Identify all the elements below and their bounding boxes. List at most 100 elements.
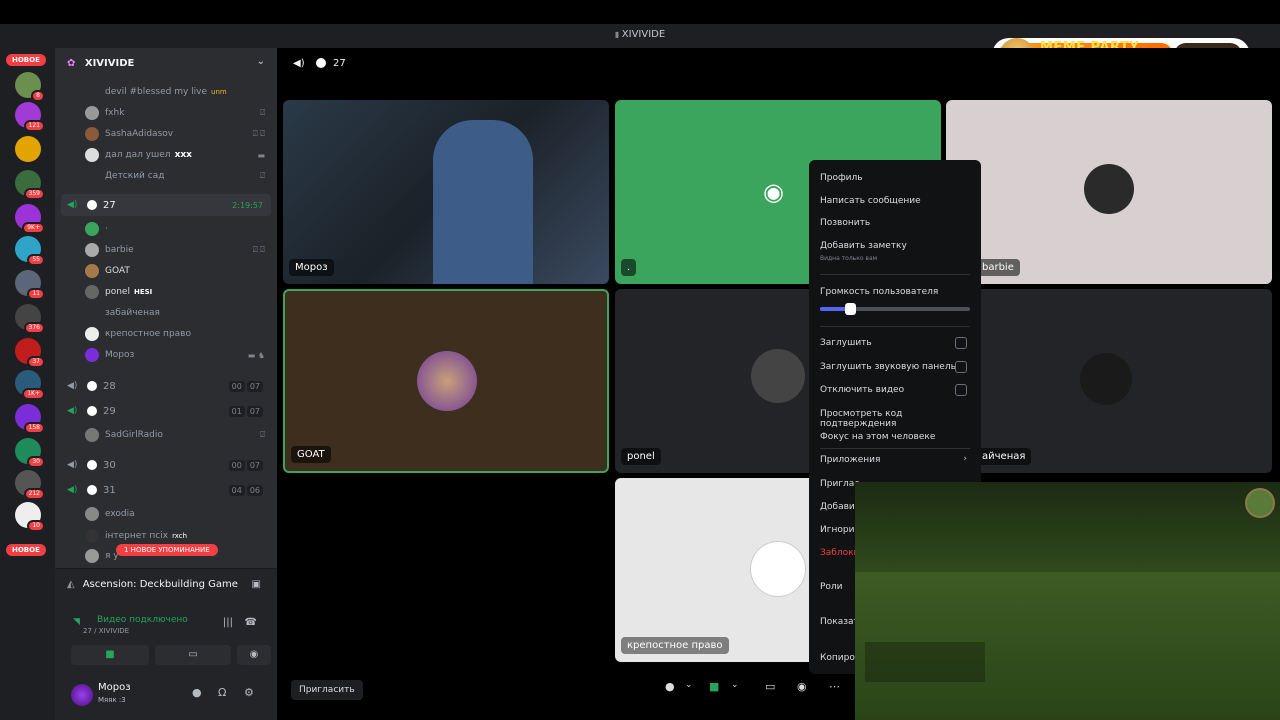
user-name[interactable]: Мороз (98, 682, 131, 693)
new-badge[interactable]: НОВОЕ (6, 544, 46, 556)
menu-item-disable-video[interactable]: Отключить видео (820, 385, 904, 395)
server-icon[interactable]: 37 (15, 338, 45, 368)
more-icon[interactable]: ⋯ (829, 680, 840, 693)
voice-channel-27[interactable]: ◀) 27 2:19:57 (61, 194, 271, 216)
voice-channel-28[interactable]: ◀) 28 00 07 (61, 375, 271, 397)
speaker-icon: ◀) (293, 58, 305, 69)
volume-slider[interactable] (820, 303, 970, 315)
voice-member[interactable]: fxhk ⍁ (55, 103, 277, 123)
menu-item-add[interactable]: Добавит (820, 502, 860, 512)
chevron-down-icon[interactable]: ⌄ (685, 680, 693, 690)
menu-item-profile[interactable]: Профиль (820, 173, 863, 183)
voice-member[interactable]: barbie ⍁ ⍁ (55, 240, 277, 260)
menu-item-mute-soundboard[interactable]: Заглушить звуковую панель (820, 362, 956, 372)
avatar (751, 349, 805, 403)
voice-channel-29[interactable]: ◀) 29 01 07 (61, 400, 271, 422)
guild-header[interactable]: ✿ XIVIVIDE ⌄ (55, 48, 277, 78)
menu-item-focus[interactable]: Фокус на этом человеке (820, 432, 935, 442)
voice-member[interactable]: Детский сад ⍁ (55, 166, 277, 186)
soundwave-icon[interactable]: ||| (223, 617, 233, 628)
video-tile[interactable]: айченая (946, 289, 1272, 473)
voice-member[interactable]: SashaAdidasov ⍁ ⍁ (55, 124, 277, 144)
activity-icon[interactable]: ◉ (797, 680, 807, 693)
voice-member[interactable]: Мороз ▬ ♞ (55, 345, 277, 365)
voice-status[interactable]: Видео подключено (97, 615, 188, 625)
chevron-right-icon: › (963, 454, 967, 464)
screen-share-button[interactable]: ▭ (155, 645, 231, 665)
avatar (85, 148, 99, 162)
server-icon[interactable]: 359 (15, 170, 45, 200)
tile-label: айченая (976, 448, 1032, 465)
mic-icon[interactable]: ● (665, 680, 675, 693)
voice-member[interactable]: exodia (55, 504, 277, 524)
server-icon[interactable]: 158 (15, 404, 45, 434)
volume-knob[interactable] (845, 303, 856, 315)
server-icon[interactable]: 8 (15, 72, 45, 102)
server-icon[interactable]: 10 (15, 502, 45, 532)
server-icon[interactable]: 1K+ (15, 370, 45, 400)
disconnect-icon[interactable]: ☎ (245, 617, 257, 628)
menu-item-block[interactable]: Заблоки (820, 548, 859, 558)
menu-item-roles[interactable]: Роли (820, 582, 843, 592)
invite-button[interactable]: Пригласить (291, 680, 363, 700)
voice-sub: 27 / XIVIVIDE (83, 627, 130, 635)
video-tile[interactable]: GOAT (283, 289, 609, 473)
menu-item-mute[interactable]: Заглушить (820, 338, 872, 348)
new-badge[interactable]: НОВОЕ (6, 54, 46, 66)
avatar (1080, 353, 1132, 405)
tile-label: Мороз (289, 259, 334, 276)
chevron-down-icon[interactable]: ⌄ (257, 56, 265, 67)
server-icon[interactable]: 376 (15, 304, 45, 334)
speaker-icon: ◀) (67, 460, 78, 470)
server-icon[interactable]: 121 (15, 102, 45, 132)
activity-game[interactable]: Ascension: Deckbuilding Game (67, 579, 238, 590)
menu-item-show[interactable]: Показат (820, 617, 859, 627)
menu-item-call[interactable]: Позвонить (820, 218, 870, 228)
activity-icon[interactable]: ▣ (252, 579, 261, 590)
mute-soundboard-checkbox[interactable] (955, 361, 967, 373)
headphones-icon[interactable]: Ω (218, 686, 226, 699)
voice-member[interactable]: крепостное право (55, 324, 277, 344)
disable-video-checkbox[interactable] (955, 384, 967, 396)
menu-item-verify-code[interactable]: Просмотреть код подтверждения (820, 409, 981, 429)
server-icon[interactable] (15, 136, 41, 162)
voice-member[interactable]: GOAT (55, 261, 277, 281)
video-button[interactable]: ■ (71, 645, 149, 665)
server-icon[interactable]: 9K+ (15, 204, 45, 234)
menu-item-invite[interactable]: Приглас (820, 479, 859, 489)
chevron-down-icon[interactable]: ⌄ (731, 680, 739, 690)
camera-icon[interactable]: ■ (709, 680, 719, 693)
mic-icon[interactable]: ● (192, 686, 202, 699)
speaker-icon: ◀) (67, 406, 78, 416)
voice-member[interactable]: дал дал ушел xxx ▬ (55, 145, 277, 165)
voice-member[interactable]: інтернет псіх rxch (55, 526, 277, 546)
voice-channel-31[interactable]: ◀) 31 04 06 (61, 479, 271, 501)
server-icon[interactable]: 212 (15, 470, 45, 500)
tile-label: GOAT (291, 446, 331, 463)
discord-logo-icon: ◉ (763, 178, 784, 206)
screen-share-icon[interactable]: ▭ (765, 680, 775, 693)
channel-dot-icon (87, 406, 97, 416)
voice-member[interactable]: · (55, 219, 277, 239)
video-tile[interactable]: barbie (946, 100, 1272, 284)
avatar (85, 507, 99, 521)
server-icon[interactable]: 11 (15, 270, 45, 300)
menu-item-apps[interactable]: Приложения (820, 455, 880, 465)
voice-member[interactable]: devil #blessed my live unm (55, 82, 277, 102)
server-icon[interactable]: 55 (15, 236, 45, 266)
new-mention-badge[interactable]: 1 НОВОЕ УПОМИНАНИЕ (116, 544, 218, 556)
voice-member[interactable]: забайченая (55, 303, 277, 323)
avatar (85, 348, 99, 362)
menu-item-add-note[interactable]: Добавить заметку (820, 241, 907, 251)
voice-member[interactable]: ponel HESI (55, 282, 277, 302)
voice-channel-30[interactable]: ◀) 30 00 07 (61, 454, 271, 476)
divider (820, 448, 970, 449)
avatar[interactable] (71, 684, 93, 706)
activity-button[interactable]: ◉ (237, 645, 271, 665)
menu-item-message[interactable]: Написать сообщение (820, 196, 921, 206)
gear-icon[interactable]: ⚙ (244, 686, 254, 699)
voice-member[interactable]: SadGirlRadio ⍁ (55, 425, 277, 445)
server-icon[interactable]: 30 (15, 438, 45, 468)
mute-checkbox[interactable] (955, 337, 967, 349)
video-tile[interactable]: Мороз (283, 100, 609, 284)
